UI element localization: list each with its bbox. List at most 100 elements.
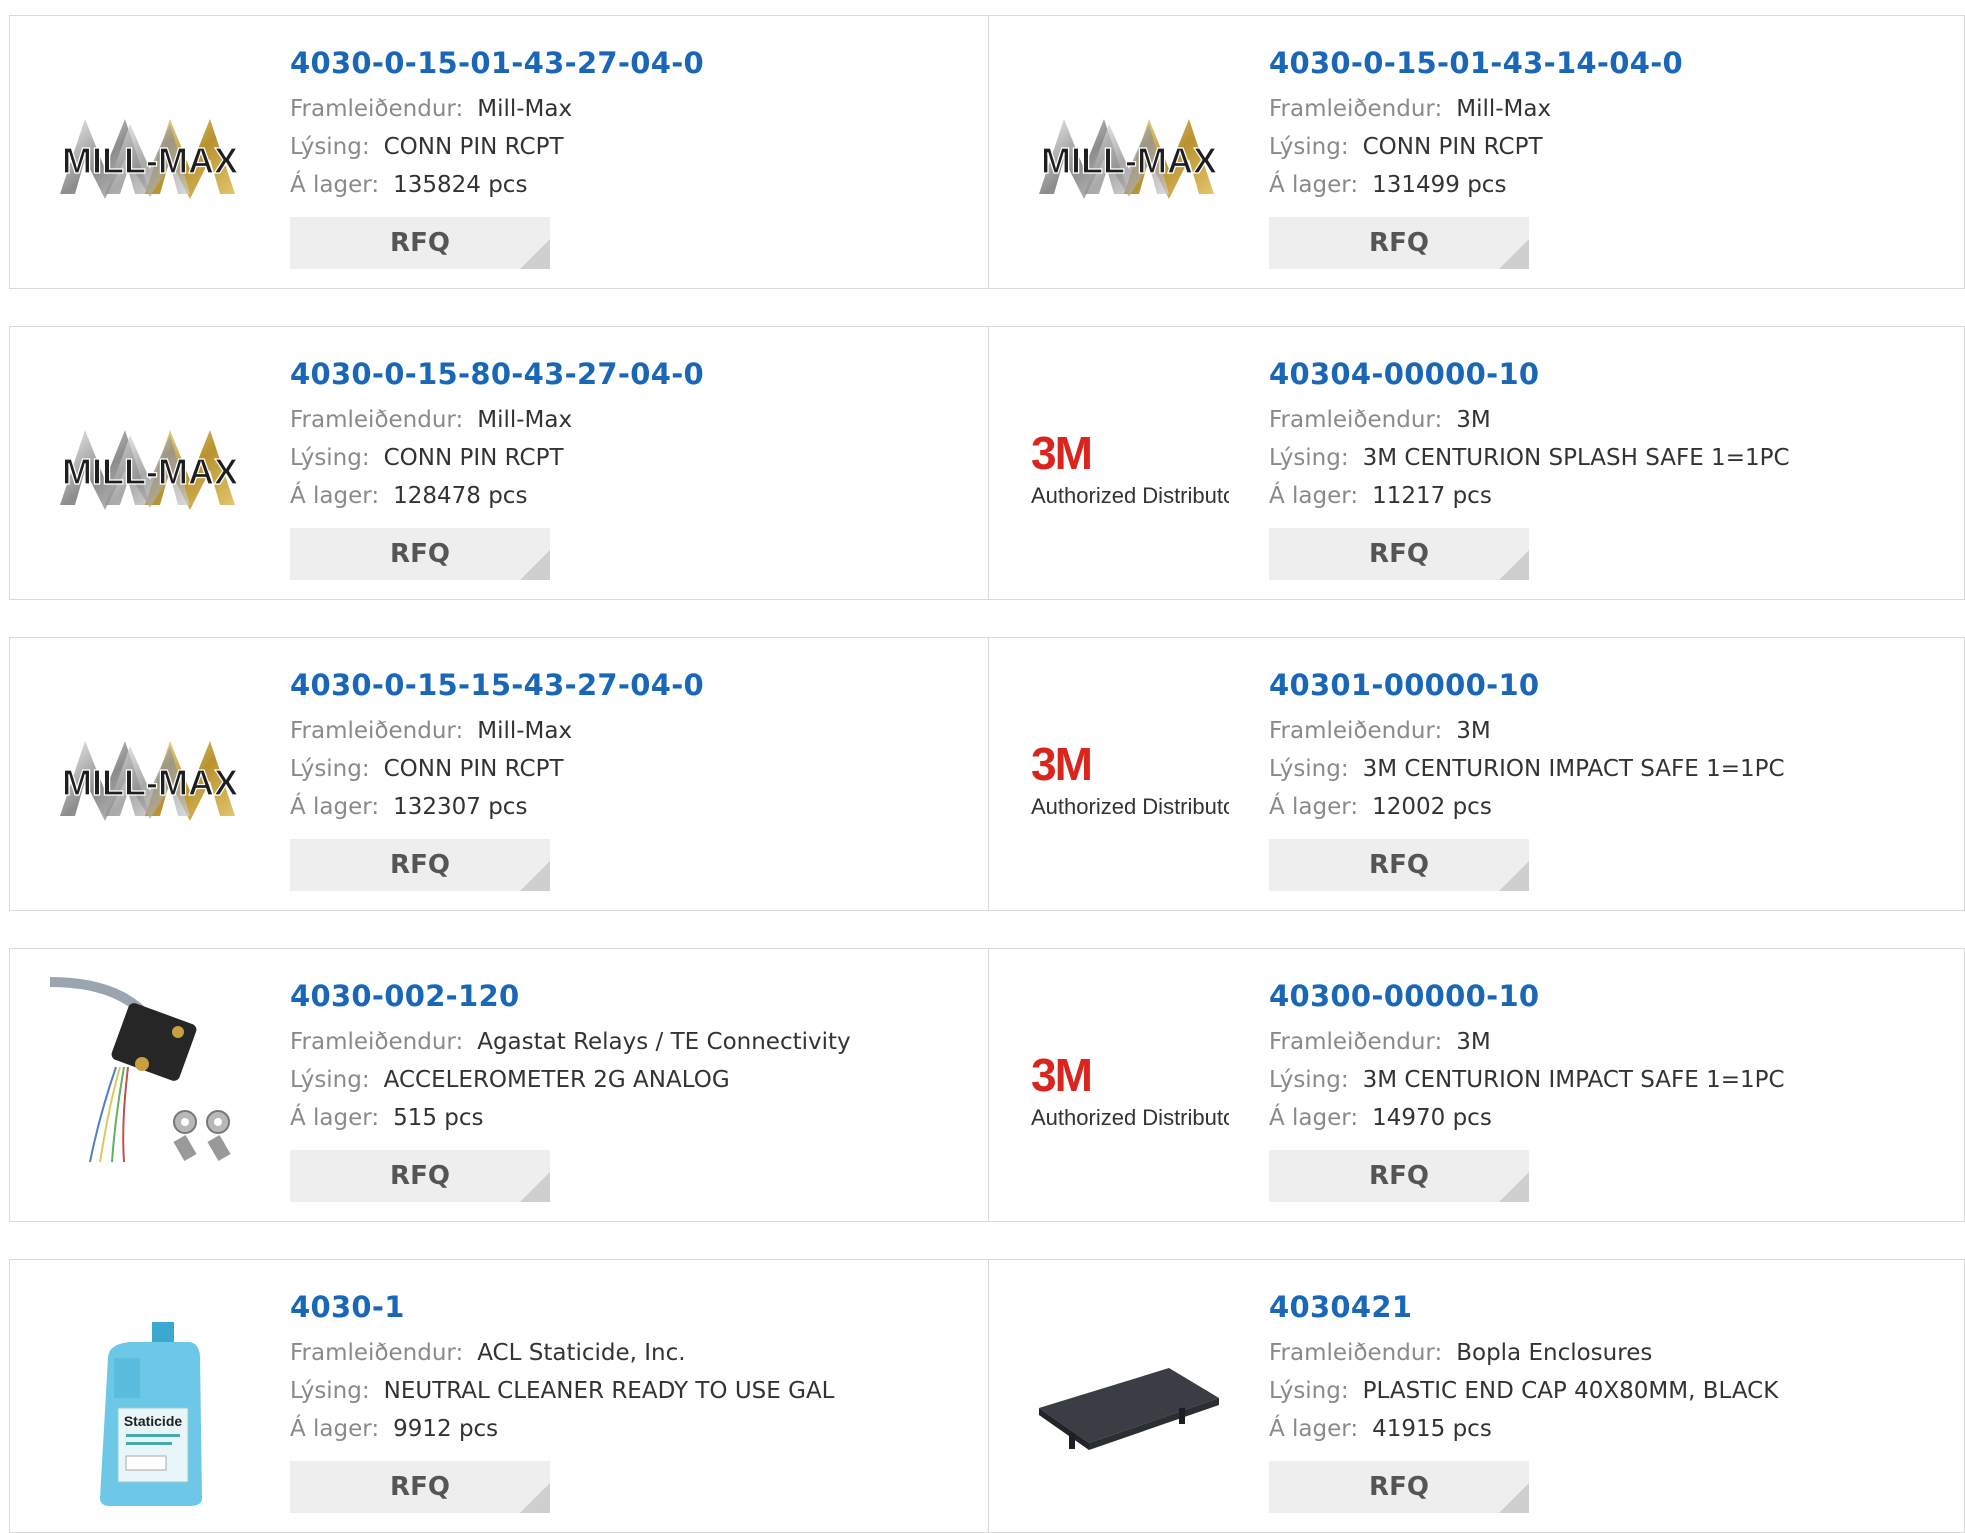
description-value: 3M CENTURION SPLASH SAFE 1=1PC xyxy=(1362,445,1790,471)
rfq-button[interactable]: RFQ xyxy=(1269,839,1529,891)
manufacturer-label: Framleiðendur: xyxy=(1269,1340,1443,1366)
stock-label: Á lager: xyxy=(290,1416,380,1442)
product-image[interactable]: MILL-MAX xyxy=(50,407,250,532)
description-value: CONN PIN RCPT xyxy=(383,756,564,782)
description-label: Lýsing: xyxy=(290,1067,370,1093)
rfq-corner-decoration xyxy=(1499,550,1529,580)
product-info: 4030-0-15-80-43-27-04-0 Framleiðendur: Mi… xyxy=(290,357,704,521)
description-value: NEUTRAL CLEANER READY TO USE GAL xyxy=(383,1378,835,1404)
product-row: MILL-MAX 4030-0-15-80-43-27-04-0 Framlei… xyxy=(9,326,1965,600)
product-image[interactable] xyxy=(1029,1340,1229,1465)
product-image[interactable] xyxy=(50,976,250,1162)
product-card: 3M Authorized Distributor 40301-00000-10 … xyxy=(988,638,1965,910)
rfq-button[interactable]: RFQ xyxy=(290,1150,550,1202)
mill-max-logo: MILL-MAX xyxy=(60,429,239,510)
stock-row: Á lager: 14970 pcs xyxy=(1269,1105,1785,1131)
stock-value: 11217 pcs xyxy=(1372,483,1492,509)
cleaner-bottle-image: Staticide xyxy=(100,1321,202,1506)
rfq-label: RFQ xyxy=(390,1161,450,1191)
stock-value: 14970 pcs xyxy=(1372,1105,1492,1131)
description-label: Lýsing: xyxy=(1269,1067,1349,1093)
stock-value: 128478 pcs xyxy=(393,483,528,509)
rfq-button[interactable]: RFQ xyxy=(1269,528,1529,580)
rfq-button[interactable]: RFQ xyxy=(290,217,550,269)
product-card: MILL-MAX 4030-0-15-15-43-27-04-0 Framlei… xyxy=(10,638,988,910)
product-info: 40304-00000-10 Framleiðendur: 3M Lýsing: 3… xyxy=(1269,357,1790,521)
description-value: 3M CENTURION IMPACT SAFE 1=1PC xyxy=(1362,1067,1785,1093)
product-info: 40301-00000-10 Framleiðendur: 3M Lýsing: 3… xyxy=(1269,668,1785,832)
product-card: 4030-002-120 Framleiðendur: Agastat Relay… xyxy=(10,949,988,1221)
svg-text:MILL-MAX: MILL-MAX xyxy=(62,140,238,181)
stock-value: 132307 pcs xyxy=(393,794,528,820)
stock-value: 135824 pcs xyxy=(393,172,528,198)
product-card: MILL-MAX 4030-0-15-01-43-27-04-0 Framlei… xyxy=(10,16,988,288)
product-image[interactable]: Staticide xyxy=(50,1321,250,1506)
manufacturer-label: Framleiðendur: xyxy=(1269,718,1443,744)
description-label: Lýsing: xyxy=(290,445,370,471)
product-part-number-link[interactable]: 40300-00000-10 xyxy=(1269,979,1785,1013)
product-part-number-link[interactable]: 4030-0-15-80-43-27-04-0 xyxy=(290,357,704,391)
description-label: Lýsing: xyxy=(1269,1378,1349,1404)
rfq-label: RFQ xyxy=(390,1472,450,1502)
rfq-label: RFQ xyxy=(1369,539,1429,569)
product-part-number-link[interactable]: 4030-0-15-01-43-14-04-0 xyxy=(1269,46,1683,80)
product-part-number-link[interactable]: 4030421 xyxy=(1269,1290,1778,1324)
stock-value: 41915 pcs xyxy=(1372,1416,1492,1442)
stock-label: Á lager: xyxy=(290,794,380,820)
product-part-number-link[interactable]: 4030-002-120 xyxy=(290,979,851,1013)
manufacturer-row: Framleiðendur: 3M xyxy=(1269,1029,1785,1055)
stock-label: Á lager: xyxy=(1269,1105,1359,1131)
rfq-corner-decoration xyxy=(1499,1172,1529,1202)
manufacturer-label: Framleiðendur: xyxy=(1269,1029,1443,1055)
3m-logo: 3M Authorized Distributor xyxy=(1031,738,1229,819)
description-row: Lýsing: ACCELEROMETER 2G ANALOG xyxy=(290,1067,851,1093)
stock-row: Á lager: 135824 pcs xyxy=(290,172,704,198)
description-value: CONN PIN RCPT xyxy=(383,445,564,471)
manufacturer-value: 3M xyxy=(1456,718,1491,744)
rfq-corner-decoration xyxy=(1499,239,1529,269)
product-part-number-link[interactable]: 40304-00000-10 xyxy=(1269,357,1790,391)
manufacturer-row: Framleiðendur: Mill-Max xyxy=(290,96,704,122)
description-value: ACCELEROMETER 2G ANALOG xyxy=(383,1067,730,1093)
mill-max-logo: MILL-MAX xyxy=(60,118,239,199)
svg-text:3M: 3M xyxy=(1031,1049,1091,1101)
3m-logo: 3M Authorized Distributor xyxy=(1031,427,1229,508)
product-row: MILL-MAX 4030-0-15-01-43-27-04-0 Framlei… xyxy=(9,15,1965,289)
product-row: 4030-002-120 Framleiðendur: Agastat Relay… xyxy=(9,948,1965,1222)
rfq-button[interactable]: RFQ xyxy=(1269,217,1529,269)
svg-text:MILL-MAX: MILL-MAX xyxy=(62,762,238,803)
product-image[interactable]: 3M Authorized Distributor xyxy=(1029,407,1229,532)
product-part-number-link[interactable]: 40301-00000-10 xyxy=(1269,668,1785,702)
manufacturer-value: ACL Staticide, Inc. xyxy=(477,1340,686,1366)
product-image[interactable]: MILL-MAX xyxy=(1029,96,1229,221)
product-image[interactable]: MILL-MAX xyxy=(50,96,250,221)
rfq-button[interactable]: RFQ xyxy=(1269,1461,1529,1513)
product-row: Staticide 4030-1 Framleiðendur: ACL Stati… xyxy=(9,1259,1965,1533)
product-info: 4030-1 Framleiðendur: ACL Staticide, Inc.… xyxy=(290,1290,835,1454)
manufacturer-row: Framleiðendur: Agastat Relays / TE Connec… xyxy=(290,1029,851,1055)
rfq-button[interactable]: RFQ xyxy=(290,528,550,580)
product-image[interactable]: 3M Authorized Distributor xyxy=(1029,1029,1229,1154)
manufacturer-label: Framleiðendur: xyxy=(290,96,464,122)
product-image[interactable]: 3M Authorized Distributor xyxy=(1029,718,1229,843)
product-part-number-link[interactable]: 4030-1 xyxy=(290,1290,835,1324)
rfq-button[interactable]: RFQ xyxy=(290,1461,550,1513)
product-image[interactable]: MILL-MAX xyxy=(50,718,250,843)
manufacturer-label: Framleiðendur: xyxy=(290,1029,464,1055)
manufacturer-row: Framleiðendur: Bopla Enclosures xyxy=(1269,1340,1778,1366)
rfq-button[interactable]: RFQ xyxy=(1269,1150,1529,1202)
description-label: Lýsing: xyxy=(1269,445,1349,471)
svg-text:Staticide: Staticide xyxy=(124,1413,183,1429)
rfq-button[interactable]: RFQ xyxy=(290,839,550,891)
rfq-label: RFQ xyxy=(1369,850,1429,880)
product-part-number-link[interactable]: 4030-0-15-01-43-27-04-0 xyxy=(290,46,704,80)
product-row: MILL-MAX 4030-0-15-15-43-27-04-0 Framlei… xyxy=(9,637,1965,911)
manufacturer-row: Framleiðendur: 3M xyxy=(1269,407,1790,433)
stock-row: Á lager: 41915 pcs xyxy=(1269,1416,1778,1442)
product-part-number-link[interactable]: 4030-0-15-15-43-27-04-0 xyxy=(290,668,704,702)
manufacturer-label: Framleiðendur: xyxy=(1269,96,1443,122)
rfq-label: RFQ xyxy=(390,539,450,569)
rfq-corner-decoration xyxy=(520,550,550,580)
product-card: 4030421 Framleiðendur: Bopla Enclosures L… xyxy=(988,1260,1965,1532)
stock-row: Á lager: 515 pcs xyxy=(290,1105,851,1131)
